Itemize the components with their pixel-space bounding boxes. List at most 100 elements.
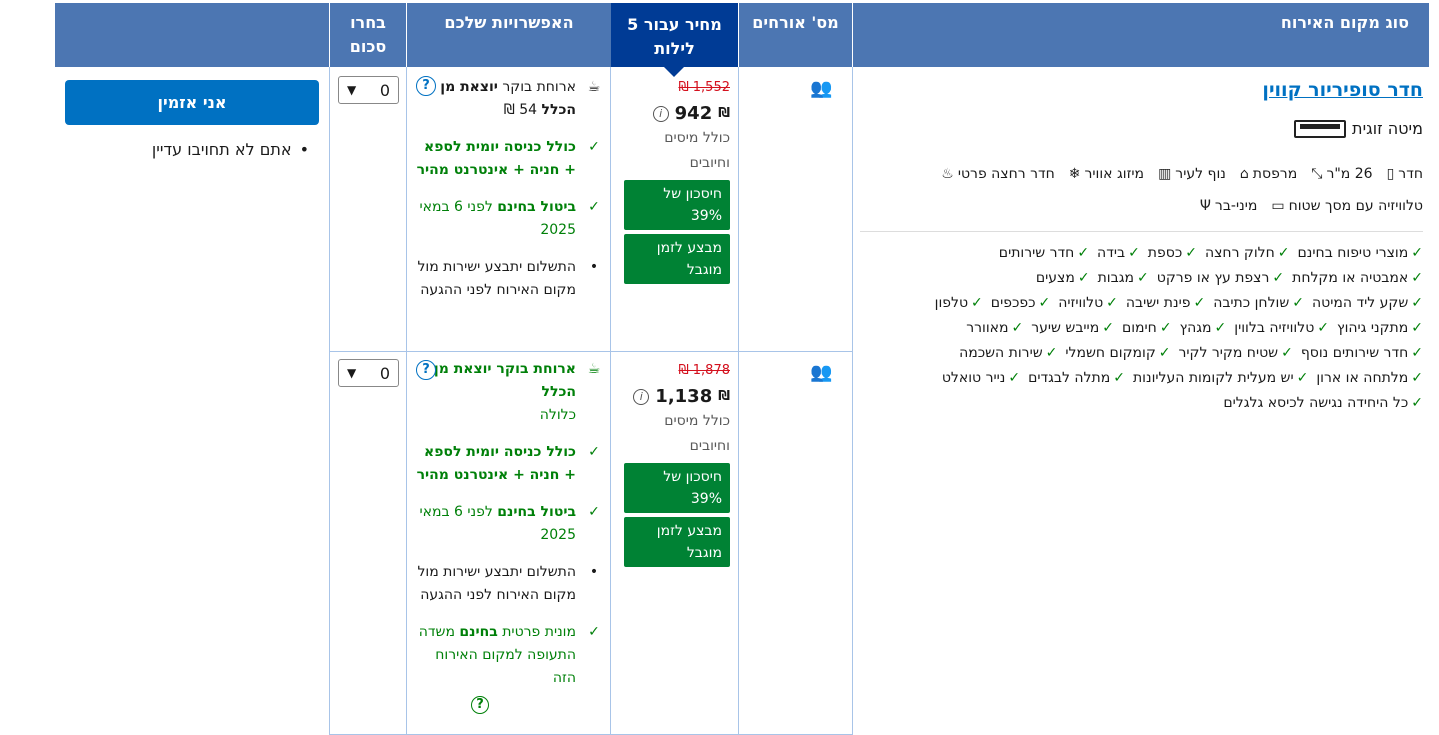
facility-item: מיני-בר Ψ (1200, 198, 1257, 214)
amenity-label: מגבות (1097, 270, 1134, 286)
price-header-pointer (664, 67, 684, 77)
reserve-button[interactable]: אני אזמין (65, 80, 319, 125)
checkmark-icon: ✓ (1411, 345, 1423, 361)
coffee-cup-icon: ☕ (587, 79, 601, 95)
checkmark-icon: ✓ (1411, 395, 1423, 411)
facility-label: טלוויזיה עם מסך שטוח (1288, 198, 1423, 214)
amenity-label: טלפון (934, 295, 969, 311)
header-guests: מס' אורחים (739, 3, 852, 67)
checkmark-icon: ✓ (1011, 320, 1024, 336)
room-quantity-select[interactable]: ▼ 0 (338, 76, 399, 104)
header-select-amount: בחרו סכום (330, 3, 406, 67)
coffee-cup-icon: ☕ (587, 361, 601, 377)
offer-2-options: ☕ ארוחת בוקר יוצאת מן הכלל כלולה ✓ כולל כ… (416, 358, 604, 704)
amenity-item: ✓ מצעים (1036, 270, 1090, 286)
amenities-row: ✓ מתקני גיהוץ ✓ טלוויזיה בלווין ✓ מגהץ ✓ חימום ✓… (966, 320, 1423, 336)
amenity-label: כספת (1147, 245, 1183, 261)
grid-line (610, 67, 611, 735)
payment-option: • התשלום יתבצע ישירות מול מקום האירוח לפ… (416, 561, 604, 607)
checkmark-icon: ✓ (1317, 320, 1330, 336)
saving-badge: חיסכון של 39% (624, 463, 730, 513)
amenity-item: ✓ קומקום חשמלי (1065, 345, 1170, 361)
amenity-label: מתלה לבגדים (1028, 370, 1111, 386)
amenity-label: חדר שירותים נוסף (1300, 345, 1409, 361)
amenities-row: ✓ מוצרי טיפוח בחינם ✓ חלוק רחצה ✓ כספת ✓ בידה ✓ ח… (999, 245, 1423, 261)
amenity-item: ✓ רצפת עץ או פרקט (1157, 270, 1284, 286)
info-icon[interactable]: i (652, 105, 669, 122)
amenity-item: ✓ בידה (1097, 245, 1140, 261)
amenity-label: קומקום חשמלי (1065, 345, 1156, 361)
amenities-row: ✓ שקע ליד המיטה ✓ שולחן כתיבה ✓ פינת ישיבה ✓ טל… (935, 295, 1423, 311)
divider (860, 231, 1423, 232)
amenity-label: שקע ליד המיטה (1312, 295, 1409, 311)
question-icon[interactable]: ? (471, 696, 489, 714)
checkmark-icon: ✓ (1128, 245, 1140, 261)
chevron-down-icon: ▼ (347, 366, 357, 380)
facilities-row-2: טלוויזיה עם מסך שטוח ▭ מיני-בר Ψ (1200, 198, 1423, 214)
checkmark-icon: ✓ (588, 624, 600, 640)
ac-icon: ❄ (1068, 166, 1081, 182)
amenities-row: ✓ כל היחידה נגישה לכיסא גלגלים (1223, 395, 1423, 411)
grid-line (406, 67, 407, 735)
amenity-label: חלוק רחצה (1204, 245, 1275, 261)
amenity-item: ✓ טלוויזיה (1058, 295, 1118, 311)
amenity-item: ✓ כספת (1148, 245, 1197, 261)
amenity-item: ✓ חלוק רחצה (1205, 245, 1290, 261)
room-name-link[interactable]: חדר סופיריור קווין (1262, 79, 1423, 101)
amenity-item: ✓ טלוויזיה בלווין (1234, 320, 1329, 336)
facility-item: חדר רחצה פרטי ♨ (941, 166, 1055, 182)
checkmark-icon: ✓ (1296, 370, 1309, 386)
limited-deal-badge: מבצע לזמן מוגבל (624, 517, 730, 567)
amenity-item: ✓ כל היחידה נגישה לכיסא גלגלים (1223, 395, 1423, 411)
amenity-label: מוצרי טיפוח בחינם (1297, 245, 1409, 261)
facilities-row-1: חדר ▯ 26 מ"ר ⤡ מרפסת ⌂ נוף לעיר ▥ מיזוג אוויר ❄ חד… (941, 166, 1423, 182)
amenity-label: טלוויזיה בלווין (1234, 320, 1315, 336)
facility-item: טלוויזיה עם מסך שטוח ▭ (1271, 198, 1423, 214)
header-options: האפשרויות שלכם (407, 3, 611, 67)
facility-label: חדר רחצה פרטי (957, 166, 1055, 182)
amenity-item: ✓ אמבטיה או מקלחת (1292, 270, 1423, 286)
amenities-row: ✓ חדר שירותים נוסף ✓ שטיח מקיר לקיר ✓ קומקום … (959, 345, 1423, 361)
header-room-type: סוג מקום האירוח (853, 3, 1429, 67)
bed-icon (1294, 119, 1347, 138)
checkmark-icon: ✓ (588, 139, 600, 155)
amenity-item: ✓ שירות השכמה (959, 345, 1057, 361)
facility-label: 26 מ"ר (1326, 166, 1373, 182)
header-price: מחיר עבור 5 לילות (611, 3, 738, 67)
room-icon: ▯ (1386, 166, 1395, 182)
facility-item: מיזוג אוויר ❄ (1069, 166, 1144, 182)
offer-1-options: ☕ ארוחת בוקר יוצאת מן הכלל 54 ₪ ✓ כולל כ… (416, 76, 604, 316)
no-charge-note: • אתם לא תחויבו עדיין (151, 140, 309, 159)
info-icon[interactable]: i (633, 388, 650, 405)
size-icon: ⤡ (1311, 166, 1323, 182)
checkmark-icon: ✓ (1214, 320, 1227, 336)
taxes-note: כולל מיסים וחיובים (664, 413, 730, 454)
free-cancel-option: ✓ ביטול בחינם לפני 6 במאי 2025 (416, 501, 604, 547)
facility-item: 26 מ"ר ⤡ (1311, 166, 1372, 182)
grid-line (329, 67, 330, 735)
amenity-label: רצפת עץ או פרקט (1156, 270, 1270, 286)
checkmark-icon: ✓ (1185, 245, 1197, 261)
amenity-item: ✓ פינת ישיבה (1126, 295, 1205, 311)
checkmark-icon: ✓ (1411, 295, 1423, 311)
room-quantity-select[interactable]: ▼ 0 (338, 359, 399, 387)
question-icon[interactable]: ? (416, 360, 436, 380)
checkmark-icon: ✓ (1159, 320, 1172, 336)
amenity-label: חדר שירותים (998, 245, 1075, 261)
two-guests-icon: 👥 (810, 362, 832, 383)
checkmark-icon: ✓ (1038, 295, 1051, 311)
old-price: ₪ 1,552 (678, 80, 730, 95)
checkmark-icon: ✓ (1106, 295, 1118, 311)
amenity-item: ✓ שטיח מקיר לקיר (1179, 345, 1293, 361)
amenity-label: מלתחה או ארון (1316, 370, 1409, 386)
question-icon[interactable]: ? (416, 76, 436, 96)
saving-badge: חיסכון של 39% (624, 180, 730, 230)
checkmark-icon: ✓ (1272, 270, 1285, 286)
amenity-label: מייבש שיער (1031, 320, 1100, 336)
facility-label: מיזוג אוויר (1084, 166, 1145, 182)
amenity-label: מגהץ (1179, 320, 1212, 336)
amenity-label: שטיח מקיר לקיר (1178, 345, 1279, 361)
grid-line (852, 67, 853, 735)
current-price: ₪ 942 i (624, 103, 730, 124)
amenity-item: ✓ חדר שירותים נוסף (1301, 345, 1423, 361)
